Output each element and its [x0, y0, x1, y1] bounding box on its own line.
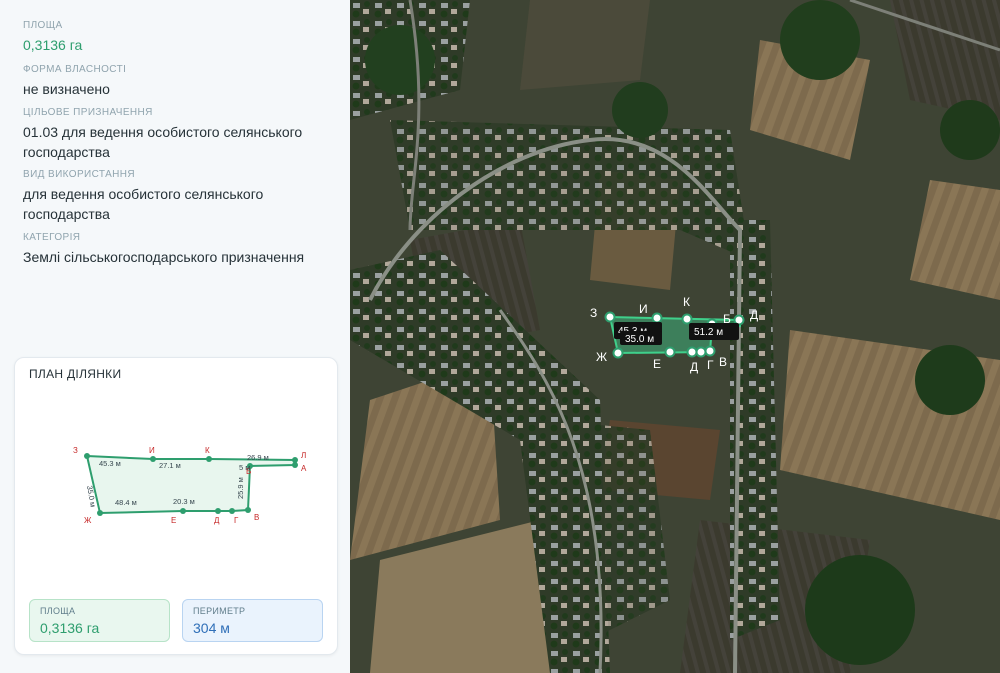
plan-area-value: 0,3136 га — [40, 620, 100, 636]
satellite-map[interactable]: 45.3 м 51.2 м 35.0 м З И К Б Д Ж Е Д Г В — [350, 0, 1000, 673]
plan-vertex-letter: К — [205, 446, 210, 455]
plan-vertex-point — [150, 456, 156, 462]
map-vertex-marker[interactable] — [686, 346, 698, 358]
plan-title: ПЛАН ДІЛЯНКИ — [29, 367, 122, 381]
plan-perimeter-value: 304 м — [193, 620, 230, 636]
plan-dim-label: 48.4 м — [115, 498, 137, 507]
category-label: КАТЕГОРІЯ — [23, 232, 81, 243]
plan-perimeter-stat: ПЕРИМЕТР 304 м — [182, 599, 323, 642]
tree-cluster — [612, 82, 668, 138]
category-value: Землі сільськогосподарського призначення — [23, 249, 305, 265]
plan-vertex-letter: В — [254, 513, 259, 522]
ownership-property: ФОРМА ВЛАСНОСТІ не визначено — [23, 64, 343, 99]
tree-cluster — [940, 100, 1000, 160]
plan-area-stat: ПЛОЩА 0,3136 га — [29, 599, 170, 642]
purpose-label: ЦІЛЬОВЕ ПРИЗНАЧЕННЯ — [23, 107, 153, 118]
category-property: КАТЕГОРІЯ Землі сільськогосподарського п… — [23, 232, 343, 267]
map-vertex-letter: И — [639, 302, 648, 316]
tree-cluster — [805, 555, 915, 665]
ownership-value: не визначено — [23, 81, 110, 97]
plan-vertex-point — [245, 507, 251, 513]
map-vertex-marker[interactable] — [664, 346, 676, 358]
parcel-info-panel: ПЛОЩА 0,3136 га ФОРМА ВЛАСНОСТІ не визна… — [0, 0, 350, 673]
plan-dim-label: 26.9 м — [247, 453, 269, 462]
plan-dim-label: 27.1 м — [159, 461, 181, 470]
map-vertex-letter: Г — [707, 358, 714, 372]
plan-vertex-point — [180, 508, 186, 514]
area-property: ПЛОЩА 0,3136 га — [23, 20, 343, 55]
purpose-property: ЦІЛЬОВЕ ПРИЗНАЧЕННЯ 01.03 для ведення ос… — [23, 107, 343, 162]
parcel-plan-card: ЗИКЛАБВГДЕЖ 45.3 м 27.1 м 26.9 м 35.0 м … — [14, 357, 338, 655]
plan-dim-label: 5 м — [239, 463, 250, 472]
usage-property: ВИД ВИКОРИСТАННЯ для ведення особистого … — [23, 169, 343, 224]
satellite-imagery[interactable]: 45.3 м 51.2 м 35.0 м З И К Б Д Ж Е Д Г В — [350, 0, 1000, 673]
plan-vertex-point — [206, 456, 212, 462]
map-vertex-marker[interactable] — [604, 311, 616, 323]
plan-dim-label: 20.3 м — [173, 497, 195, 506]
area-label: ПЛОЩА — [23, 20, 63, 31]
plan-vertex-letter: Г — [234, 516, 239, 525]
tree-cluster — [365, 25, 435, 95]
plan-dim-label: 45.3 м — [99, 459, 121, 468]
map-vertex-letter: Б — [723, 312, 731, 326]
map-vertex-letter: Д — [750, 308, 758, 322]
map-vertex-letter: Ж — [596, 350, 607, 364]
plan-vertex-letter: И — [149, 446, 155, 455]
purpose-value: 01.03 для ведення особистого селянського… — [23, 124, 303, 160]
plan-vertex-letter: Д — [214, 516, 220, 525]
map-vertex-letter: Д — [690, 360, 698, 374]
plan-dim-label: 25.9 м — [236, 477, 245, 499]
usage-value: для ведення особистого селянського госпо… — [23, 186, 264, 222]
plan-vertex-letter: А — [301, 464, 307, 473]
usage-label: ВИД ВИКОРИСТАННЯ — [23, 169, 136, 180]
map-vertex-letter: Е — [653, 357, 661, 371]
map-vertex-marker[interactable] — [651, 312, 663, 324]
map-vertex-letter: В — [719, 355, 727, 369]
plan-perimeter-label: ПЕРИМЕТР — [193, 606, 246, 616]
plan-vertex-point — [97, 510, 103, 516]
map-vertex-marker[interactable] — [704, 345, 716, 357]
map-vertex-letter: З — [590, 306, 597, 320]
map-dim-label: 51.2 м — [694, 327, 723, 338]
tree-cluster — [780, 0, 860, 80]
map-vertex-marker[interactable] — [612, 347, 624, 359]
plan-vertex-point — [292, 462, 298, 468]
plan-vertex-letter: З — [73, 446, 78, 455]
map-vertex-marker[interactable] — [681, 313, 693, 325]
plan-vertex-point — [84, 453, 90, 459]
plan-vertex-letter: Л — [301, 451, 306, 460]
area-value: 0,3136 га — [23, 37, 83, 53]
map-vertex-marker[interactable] — [695, 346, 707, 358]
plan-vertex-point — [215, 508, 221, 514]
plan-area-label: ПЛОЩА — [40, 606, 76, 616]
field-area — [520, 0, 650, 90]
tree-cluster — [915, 345, 985, 415]
map-dim-label: 35.0 м — [625, 334, 654, 345]
plan-vertex-letter: Е — [171, 516, 176, 525]
plan-vertex-point — [229, 508, 235, 514]
plan-vertex-letter: Ж — [84, 516, 92, 525]
ownership-label: ФОРМА ВЛАСНОСТІ — [23, 64, 127, 75]
map-vertex-letter: К — [683, 295, 690, 309]
